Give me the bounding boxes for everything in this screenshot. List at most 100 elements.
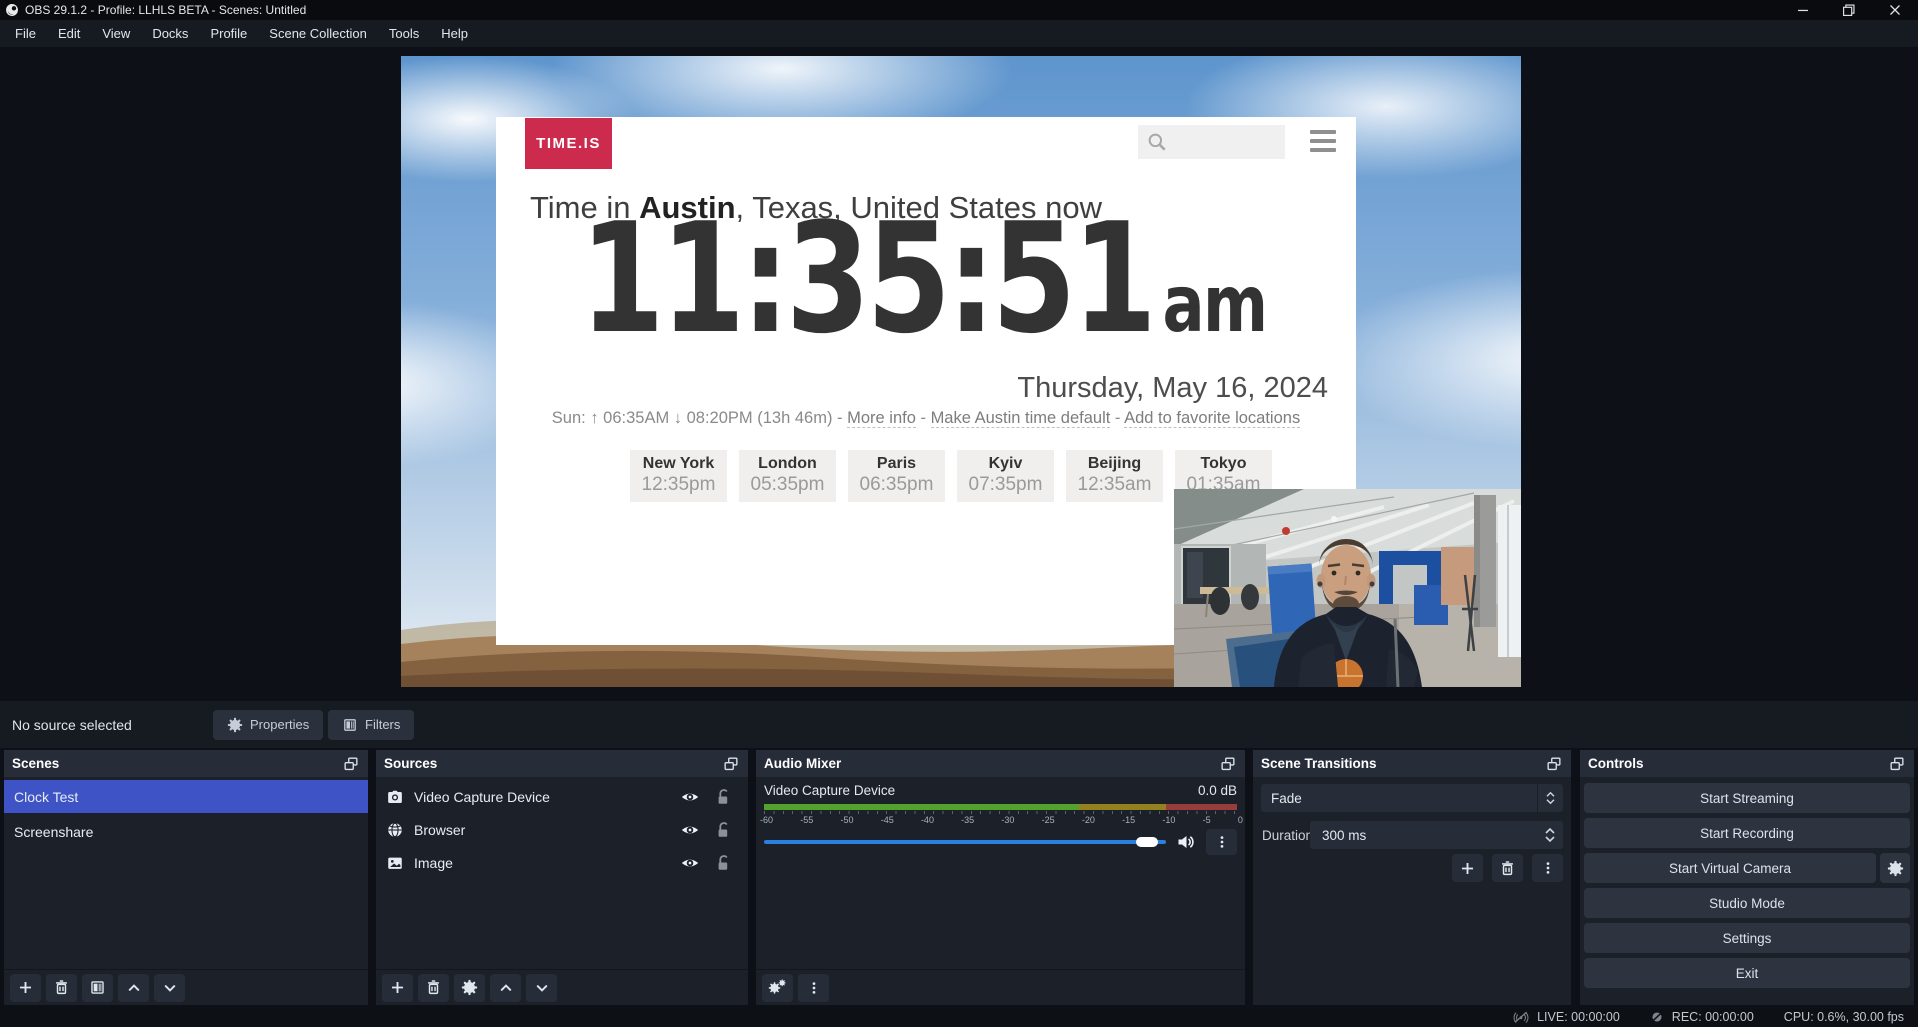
visibility-eye-icon[interactable]	[680, 820, 700, 840]
scenes-toolbar	[4, 969, 368, 1005]
studio-mode-button[interactable]: Studio Mode	[1584, 888, 1910, 918]
sources-panel-header[interactable]: Sources	[376, 750, 748, 777]
obs-window: OBS 29.1.2 - Profile: LLHLS BETA - Scene…	[0, 0, 1918, 1027]
city-time-newyork: New York12:35pm	[630, 450, 727, 502]
filter-icon	[342, 717, 358, 733]
scene-up-button[interactable]	[118, 974, 149, 1002]
scene-filters-button[interactable]	[82, 974, 113, 1002]
menu-docks[interactable]: Docks	[141, 20, 199, 47]
meter-scale: -60-55-50-45-40-35-30-25-20-15-10-50	[760, 815, 1243, 825]
meter-tick-marks	[764, 811, 1237, 814]
dropdown-arrows-icon	[1537, 784, 1563, 812]
properties-button[interactable]: Properties	[213, 710, 323, 740]
start-recording-button[interactable]: Start Recording	[1584, 818, 1910, 848]
menu-profile[interactable]: Profile	[199, 20, 258, 47]
image-icon	[386, 854, 404, 872]
minimize-button[interactable]	[1780, 0, 1826, 20]
popout-icon[interactable]	[1219, 755, 1237, 773]
obs-logo-icon	[5, 3, 19, 17]
audio-mixer-header[interactable]: Audio Mixer	[756, 750, 1245, 777]
duration-spinbox[interactable]: 300 ms	[1310, 821, 1563, 849]
visibility-eye-icon[interactable]	[680, 787, 700, 807]
start-virtual-camera-button[interactable]: Start Virtual Camera	[1584, 853, 1876, 883]
globe-icon	[386, 821, 404, 839]
lock-icon[interactable]	[714, 853, 734, 873]
controls-panel: Controls Start Streaming Start Recording…	[1580, 750, 1914, 1005]
virtual-camera-config-button[interactable]	[1880, 853, 1910, 883]
source-properties-button[interactable]	[454, 974, 485, 1002]
scenes-panel-header[interactable]: Scenes	[4, 750, 368, 777]
timeis-sun-line: Sun: ↑ 06:35AM ↓ 08:20PM (13h 46m) - Mor…	[496, 409, 1356, 428]
volume-meter	[764, 804, 1237, 810]
add-favorite-link: Add to favorite locations	[1124, 409, 1300, 428]
scene-item-clock-test[interactable]: Clock Test	[4, 780, 368, 813]
advanced-audio-button[interactable]	[762, 974, 793, 1002]
duration-label: Duration	[1253, 828, 1310, 843]
remove-source-button[interactable]	[418, 974, 449, 1002]
menu-view[interactable]: View	[91, 20, 141, 47]
mixer-db-value: 0.0 dB	[1198, 783, 1237, 798]
audio-mixer-panel: Audio Mixer Video Capture Device 0.0 dB …	[756, 750, 1245, 1005]
spinner-arrows-icon[interactable]	[1537, 821, 1563, 849]
settings-button[interactable]: Settings	[1584, 923, 1910, 953]
dock-area: Scenes Clock Test Screenshare	[0, 748, 1918, 1007]
controls-header[interactable]: Controls	[1580, 750, 1914, 777]
add-transition-button[interactable]	[1452, 854, 1483, 882]
volume-slider[interactable]	[764, 840, 1166, 844]
source-item-video-capture[interactable]: Video Capture Device	[376, 780, 748, 813]
mixer-options-button[interactable]	[1206, 829, 1237, 855]
lock-icon[interactable]	[714, 820, 734, 840]
scene-transitions-panel: Scene Transitions Fade Duration 300 ms	[1253, 750, 1571, 1005]
menu-help[interactable]: Help	[430, 20, 479, 47]
transitions-header[interactable]: Scene Transitions	[1253, 750, 1571, 777]
menu-edit[interactable]: Edit	[47, 20, 91, 47]
source-down-button[interactable]	[526, 974, 557, 1002]
city-time-paris: Paris06:35pm	[848, 450, 945, 502]
menu-file[interactable]: File	[4, 20, 47, 47]
city-time-beijing: Beijing12:35am	[1066, 450, 1163, 502]
status-bar: LIVE: 00:00:00 REC: 00:00:00 CPU: 0.6%, …	[0, 1007, 1918, 1027]
sources-panel: Sources Video Capture Device Browser	[376, 750, 748, 1005]
popout-icon[interactable]	[1888, 755, 1906, 773]
more-info-link: More info	[847, 409, 916, 428]
add-scene-button[interactable]	[10, 974, 41, 1002]
sources-toolbar	[376, 969, 748, 1005]
mixer-channel-name: Video Capture Device	[764, 783, 895, 798]
close-button[interactable]	[1872, 0, 1918, 20]
popout-icon[interactable]	[1545, 755, 1563, 773]
exit-button[interactable]: Exit	[1584, 958, 1910, 988]
add-source-button[interactable]	[382, 974, 413, 1002]
volume-slider-handle[interactable]	[1136, 837, 1158, 847]
source-item-browser[interactable]: Browser	[376, 813, 748, 846]
transition-select[interactable]: Fade	[1261, 784, 1563, 812]
visibility-eye-icon[interactable]	[680, 853, 700, 873]
menu-scene-collection[interactable]: Scene Collection	[258, 20, 378, 47]
timeis-clock: 11:35:51am	[580, 203, 1266, 355]
remove-scene-button[interactable]	[46, 974, 77, 1002]
transition-options-button[interactable]	[1532, 854, 1563, 882]
filters-button[interactable]: Filters	[328, 710, 414, 740]
scene-item-screenshare[interactable]: Screenshare	[4, 815, 368, 848]
start-streaming-button[interactable]: Start Streaming	[1584, 783, 1910, 813]
source-item-image[interactable]: Image	[376, 846, 748, 879]
restore-button[interactable]	[1826, 0, 1872, 20]
scene-down-button[interactable]	[154, 974, 185, 1002]
lock-icon[interactable]	[714, 787, 734, 807]
menu-bar: File Edit View Docks Profile Scene Colle…	[0, 20, 1918, 47]
popout-icon[interactable]	[722, 755, 740, 773]
streaming-inactive-icon	[1513, 1010, 1529, 1024]
source-up-button[interactable]	[490, 974, 521, 1002]
hamburger-menu-icon	[1310, 130, 1336, 152]
cpu-fps-stats: CPU: 0.6%, 30.00 fps	[1784, 1010, 1904, 1024]
speaker-icon[interactable]	[1176, 832, 1196, 852]
menu-tools[interactable]: Tools	[378, 20, 430, 47]
city-time-london: London05:35pm	[739, 450, 836, 502]
camera-icon	[386, 788, 404, 806]
mixer-menu-button[interactable]	[798, 974, 829, 1002]
preview-area: TIME.IS Time in Austin, Texas, United St…	[0, 47, 1918, 701]
popout-icon[interactable]	[342, 755, 360, 773]
timeis-date: Thursday, May 16, 2024	[1017, 372, 1328, 405]
remove-transition-button[interactable]	[1492, 854, 1523, 882]
preview-canvas[interactable]: TIME.IS Time in Austin, Texas, United St…	[401, 56, 1521, 687]
city-time-kyiv: Kyiv07:35pm	[957, 450, 1054, 502]
